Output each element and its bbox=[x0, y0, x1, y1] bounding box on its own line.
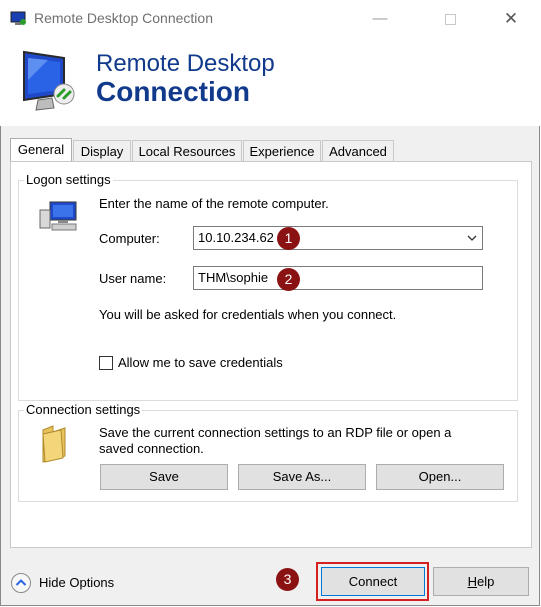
general-tab-panel: Logon settings Enter the name of the rem… bbox=[10, 161, 532, 548]
computer-combobox[interactable]: 10.10.234.62 bbox=[193, 226, 483, 250]
tab-general[interactable]: General bbox=[10, 138, 72, 162]
logon-settings-label: Logon settings bbox=[24, 172, 113, 187]
logon-instruction: Enter the name of the remote computer. bbox=[99, 196, 329, 211]
credentials-note: You will be asked for credentials when y… bbox=[99, 307, 397, 322]
username-value: THM\sophie bbox=[198, 270, 269, 285]
hide-options-toggle[interactable]: Hide Options bbox=[10, 572, 140, 594]
help-label-rest: elp bbox=[477, 574, 495, 589]
help-label-underline: H bbox=[467, 574, 478, 589]
banner-title-line2: Connection bbox=[96, 76, 250, 107]
computer-value: 10.10.234.62 bbox=[198, 230, 274, 245]
window-title: Remote Desktop Connection bbox=[34, 10, 213, 26]
close-icon: ✕ bbox=[503, 9, 519, 28]
minimize-button[interactable]: — bbox=[357, 0, 403, 38]
close-button[interactable]: ✕ bbox=[488, 0, 534, 38]
tab-experience[interactable]: Experience bbox=[243, 140, 321, 161]
username-label: User name: bbox=[99, 271, 167, 286]
remote-desktop-monitor-icon bbox=[23, 50, 75, 111]
connection-description-line2: saved connection. bbox=[99, 441, 204, 456]
save-credentials-label[interactable]: Allow me to save credentials bbox=[118, 355, 283, 370]
tab-local-resources[interactable]: Local Resources bbox=[132, 140, 242, 161]
username-field[interactable]: THM\sophie bbox=[193, 266, 483, 290]
chevron-down-icon[interactable] bbox=[467, 235, 477, 242]
header-banner: Remote Desktop Connection bbox=[0, 38, 541, 126]
connection-settings-label: Connection settings bbox=[24, 402, 143, 417]
maximize-button[interactable] bbox=[427, 0, 473, 38]
open-button[interactable]: Open... bbox=[376, 464, 504, 490]
tab-display[interactable]: Display bbox=[73, 140, 131, 161]
annotation-badge-1: 1 bbox=[277, 227, 300, 250]
save-as-button[interactable]: Save As... bbox=[238, 464, 366, 490]
tab-advanced[interactable]: Advanced bbox=[322, 140, 394, 161]
save-button[interactable]: Save bbox=[100, 464, 228, 490]
save-credentials-checkbox[interactable] bbox=[99, 356, 113, 370]
chevron-up-circle-icon[interactable] bbox=[10, 572, 32, 594]
connect-button[interactable]: Connect bbox=[321, 567, 425, 596]
rdp-app-icon bbox=[10, 11, 26, 25]
computer-icon bbox=[39, 201, 77, 231]
folder-icon bbox=[42, 425, 66, 463]
help-button[interactable]: Help bbox=[433, 567, 529, 596]
title-bar: Remote Desktop Connection — ✕ bbox=[0, 0, 541, 38]
annotation-badge-2: 2 bbox=[277, 268, 300, 291]
annotation-badge-3: 3 bbox=[276, 568, 299, 591]
banner-title-line1: Remote Desktop bbox=[96, 50, 275, 77]
minimize-icon: — bbox=[372, 10, 388, 27]
computer-label: Computer: bbox=[99, 231, 160, 246]
connection-description-line1: Save the current connection settings to … bbox=[99, 425, 452, 440]
maximize-icon bbox=[444, 13, 456, 25]
hide-options-label[interactable]: Hide Options bbox=[39, 575, 114, 590]
